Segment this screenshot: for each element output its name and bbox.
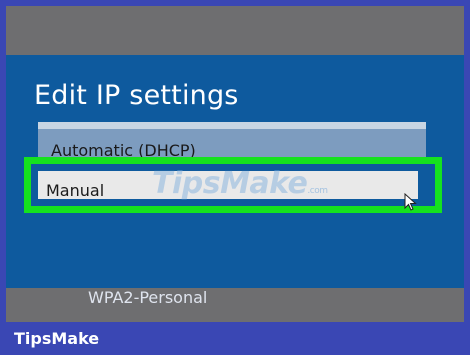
mouse-pointer-icon (404, 193, 417, 211)
network-security-type: WPA2-Personal (88, 288, 208, 307)
ip-settings-dropdown[interactable]: Automatic (DHCP) (38, 122, 426, 162)
footer-bar: TipsMake (0, 322, 470, 355)
brand-logo: TipsMake (14, 329, 100, 348)
screen: Edit IP settings Automatic (DHCP) Manual… (6, 6, 464, 326)
option-manual-label: Manual (46, 181, 105, 200)
watermark-text: TipsMake (152, 166, 308, 201)
dialog-title: Edit IP settings (34, 80, 239, 111)
watermark-suffix: .com (307, 186, 328, 196)
watermark: TipsMake.com (152, 166, 328, 201)
background-band-bottom (6, 288, 464, 326)
background-band-top (6, 6, 464, 55)
